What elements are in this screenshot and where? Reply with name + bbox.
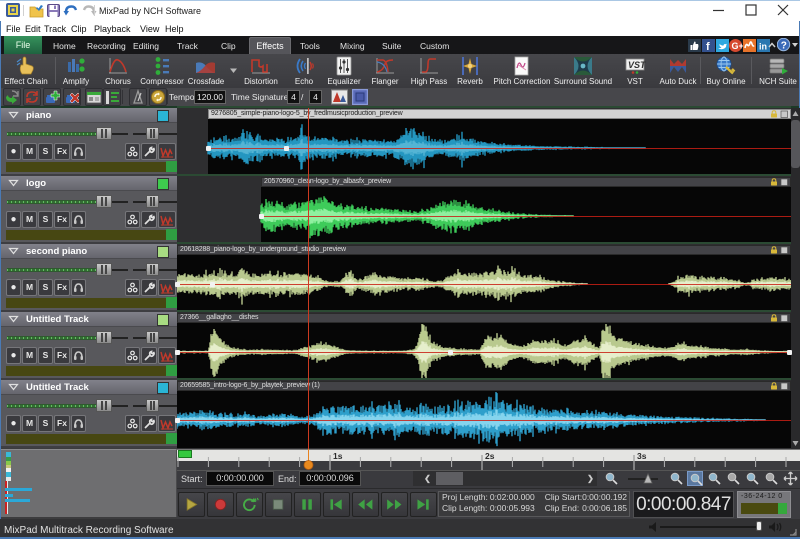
svg-text:in: in — [759, 42, 767, 52]
svg-text:2s: 2s — [485, 451, 495, 461]
svg-text:1s: 1s — [333, 451, 343, 461]
svg-text:?: ? — [781, 41, 787, 52]
svg-text:VST: VST — [628, 60, 647, 70]
svg-text:f: f — [706, 41, 710, 52]
svg-text:3s: 3s — [637, 451, 647, 461]
svg-text:G+: G+ — [732, 41, 744, 51]
